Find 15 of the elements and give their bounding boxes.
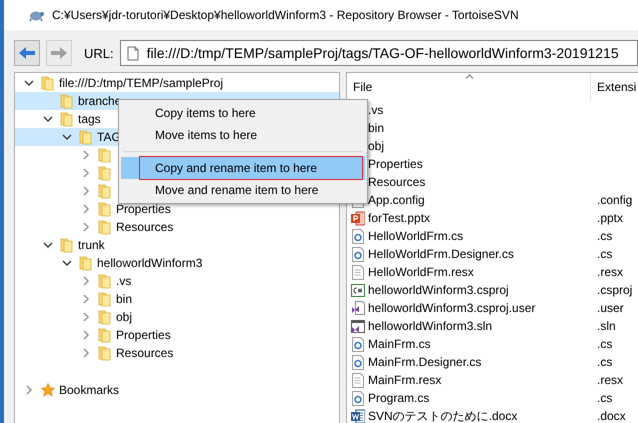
extension-cell-text: .csproj <box>596 282 634 299</box>
extension-cell-text: .cs <box>596 246 614 263</box>
extension-cell-text: .sln <box>596 318 617 335</box>
extension-cell-text: .cs <box>596 336 614 353</box>
extension-cell-text: .docx <box>596 408 627 423</box>
extension-cell-text: .cs <box>596 354 614 371</box>
url-label: URL: <box>84 46 114 60</box>
extension-cell-text: .resx <box>596 264 624 281</box>
extension-cell-text: .resx <box>596 372 624 389</box>
extension-cell-text: .pptx <box>596 210 624 227</box>
extension-cell-text: .config <box>596 192 634 209</box>
extension-cell-text: .cs <box>596 390 614 407</box>
window-title: C:¥Users¥jdr-torutori¥Desktop¥helloworldWinform3 - Repository Browser - TortoiseSVN <box>52 8 519 22</box>
extension-cell-text: .user <box>596 300 625 317</box>
extension-cell-text: .cs <box>596 228 614 245</box>
